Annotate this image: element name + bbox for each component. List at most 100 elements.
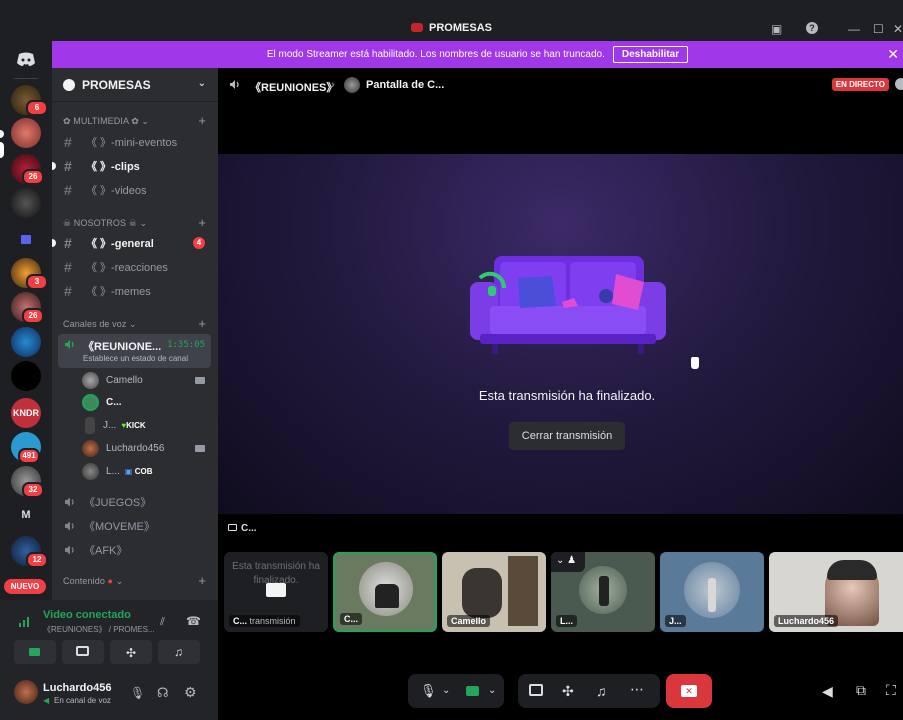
voice-user[interactable]: Luchardo456	[82, 438, 164, 458]
participant-tile[interactable]: ⌄ ♟ L...	[551, 552, 655, 632]
close-window-button[interactable]: ✕	[893, 22, 903, 36]
channel-mini-eventos[interactable]: # 《 》-mini-eventos	[58, 131, 212, 153]
text-channel-icon: #	[64, 182, 72, 198]
minimize-button[interactable]: —	[848, 22, 860, 36]
activities-button[interactable]: ✣	[110, 640, 152, 664]
screen-icon	[266, 583, 286, 597]
voice-user[interactable]: Camello	[82, 370, 143, 390]
participant-tile[interactable]: Esta transmisión ha finalizado. C... tra…	[224, 552, 328, 632]
stream-label: C...	[228, 523, 257, 534]
text-channel-icon: #	[64, 235, 72, 251]
activities-icon[interactable]: ✣	[562, 683, 574, 700]
add-channel-icon[interactable]: +	[198, 316, 206, 331]
text-channel-icon: #	[64, 283, 72, 299]
voice-channel-juegos[interactable]: 《JUEGOS》	[58, 494, 212, 510]
maximize-button[interactable]: ☐	[873, 22, 884, 36]
voice-user[interactable]: C...	[82, 392, 122, 412]
gear-icon[interactable]: ⚙	[184, 684, 197, 701]
participant-tile[interactable]: C...	[333, 552, 437, 632]
active-voice-channel[interactable]: 《REUNIONE... 1:35:05 Establece un estado…	[58, 334, 211, 368]
chevron-down-icon[interactable]: ⌄	[442, 685, 450, 696]
server-icon[interactable]	[11, 118, 41, 148]
signal-icon[interactable]	[18, 614, 32, 628]
server-icon[interactable]	[11, 361, 41, 391]
set-channel-status[interactable]: Establece un estado de canal	[83, 354, 188, 363]
add-channel-icon[interactable]: +	[198, 215, 206, 230]
server-badge: 3	[26, 274, 48, 290]
discord-logo-icon	[17, 52, 35, 66]
channel-memes[interactable]: # 《 》-memes	[58, 280, 212, 302]
avatar[interactable]	[14, 680, 38, 704]
selected-pip	[0, 142, 4, 158]
cursor-icon	[691, 357, 699, 369]
soundboard-button[interactable]: ♫	[158, 640, 200, 664]
video-feed	[462, 568, 502, 618]
add-channel-icon[interactable]: +	[198, 573, 206, 588]
voice-channel-afk[interactable]: 《AFK》	[58, 542, 212, 558]
end-call-button[interactable]: ✕	[666, 674, 712, 708]
stream-screen[interactable]	[218, 154, 903, 514]
activities-icon: ✣	[126, 646, 137, 660]
home-button[interactable]	[11, 44, 41, 74]
share-screen-button[interactable]	[62, 640, 104, 664]
voice-user[interactable]: J... ♥KICK	[82, 415, 146, 435]
camera-button[interactable]	[14, 640, 56, 664]
user-icon[interactable]	[895, 78, 903, 90]
mic-icon[interactable]: 🎙︎	[420, 683, 437, 699]
title-bar: PROMESAS ▣ ? — ☐ ✕	[0, 0, 903, 40]
tile-options[interactable]: ⌄ ♟	[551, 552, 585, 572]
status-icon: ◀	[43, 696, 50, 705]
tile-name: J...	[665, 615, 686, 627]
participant-tile[interactable]: Camello	[442, 552, 546, 632]
channel-reacciones[interactable]: # 《 》-reacciones	[58, 256, 212, 278]
mention-badge: 4	[193, 237, 205, 249]
guild-header[interactable]: PROMESAS ⌄	[52, 68, 218, 102]
tile-name: Luchardo456	[774, 615, 839, 627]
category-contenido[interactable]: Contenido ● ⌄	[63, 576, 123, 587]
text-channel-icon: #	[64, 134, 72, 150]
channel-videos[interactable]: # 《 》-videos	[58, 179, 212, 201]
voice-user[interactable]: L... ▣ COB	[82, 461, 152, 481]
soundboard-icon[interactable]: ♫	[596, 683, 607, 699]
stage-header: 《REUNIONES》 › Pantalla de C... EN DIRECT…	[218, 68, 903, 102]
server-icon[interactable]	[11, 188, 41, 218]
share-screen-icon[interactable]	[529, 684, 543, 696]
popout-icon[interactable]: ⧉	[856, 682, 866, 699]
stream-stage: 《REUNIONES》 › Pantalla de C... EN DIRECT…	[218, 68, 903, 720]
close-stream-button[interactable]: Cerrar transmisión	[509, 422, 625, 450]
participant-tile[interactable]: Luchardo456	[769, 552, 903, 632]
help-icon[interactable]: ?	[806, 22, 818, 34]
unread-pip	[0, 130, 4, 138]
category-multimedia[interactable]: ✿ MULTIMEDIA ✿ ⌄	[63, 116, 149, 127]
new-badge[interactable]: NUEVO	[4, 579, 46, 594]
close-banner-icon[interactable]: ✕	[887, 46, 899, 63]
connection-location[interactable]: 《REUNIONES》 / PROMES...	[43, 624, 155, 635]
noise-suppression-icon[interactable]: ⫽	[160, 616, 165, 629]
category-nosotros[interactable]: ☠ NOSOTROS ☠ ⌄	[63, 218, 147, 229]
user-name: Luchardo456	[43, 682, 112, 694]
voice-channel-name: 《REUNIONE...	[83, 341, 162, 353]
channel-general[interactable]: # 《 》-general 4	[52, 232, 212, 254]
screen-share-icon[interactable]: ▣	[771, 22, 782, 36]
disable-streamer-button[interactable]: Deshabilitar	[612, 46, 689, 63]
channel-clips[interactable]: # 《 》-clips	[52, 155, 212, 177]
tile-name: C...	[340, 613, 363, 625]
mic-icon[interactable]: 🎙︎	[130, 686, 145, 700]
folder-button[interactable]	[11, 224, 41, 254]
headphones-icon[interactable]: ☊	[157, 685, 169, 701]
chevron-down-icon[interactable]: ⌄	[488, 685, 496, 696]
add-channel-icon[interactable]: +	[198, 113, 206, 128]
more-icon[interactable]: ⋯	[630, 681, 644, 698]
server-icon[interactable]	[11, 327, 41, 357]
server-icon[interactable]: KNDR	[11, 398, 41, 428]
voice-channel-moveme[interactable]: 《MOVEME》	[58, 518, 212, 534]
window-title: PROMESAS	[0, 22, 903, 34]
fullscreen-icon[interactable]: ⛶	[886, 682, 896, 699]
camera-icon[interactable]	[466, 686, 479, 696]
volume-icon[interactable]: ◀	[822, 683, 833, 700]
category-voice[interactable]: Canales de voz ⌄	[63, 319, 137, 330]
participant-tile[interactable]: J...	[660, 552, 764, 632]
server-icon[interactable]: M	[11, 500, 41, 530]
soundboard-icon: ♫	[174, 645, 183, 659]
disconnect-icon[interactable]: ☎	[186, 614, 201, 628]
